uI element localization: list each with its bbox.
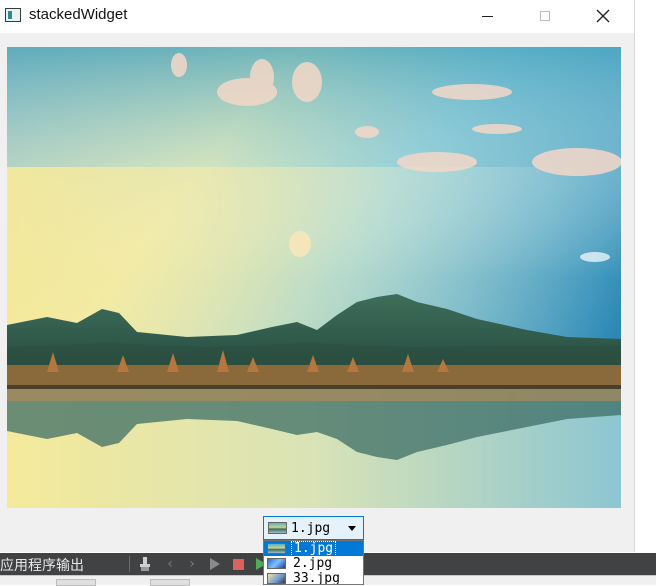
title-bar[interactable]: stackedWidget: [0, 0, 634, 33]
window-title: stackedWidget: [29, 6, 128, 23]
close-button[interactable]: [580, 0, 626, 32]
dropdown-option-2[interactable]: 2.jpg: [264, 556, 363, 571]
next-arrow-icon: ›: [189, 556, 195, 572]
minimize-icon: [481, 15, 493, 17]
close-icon: [596, 9, 610, 23]
blue-abstract-thumbnail-icon: [267, 558, 286, 569]
landscape-thumbnail-icon: [268, 522, 287, 534]
maximize-icon: [540, 11, 550, 21]
combobox-selected-label: 1.jpg: [291, 520, 331, 536]
app-icon: [5, 8, 21, 22]
minimize-button[interactable]: [464, 0, 510, 32]
stop-button[interactable]: [231, 556, 245, 572]
dropdown-option-3[interactable]: 33.jpg: [264, 570, 363, 585]
dropdown-option-label: 1.jpg: [291, 541, 337, 557]
main-window: stackedWidget 1.jpg: [0, 0, 635, 552]
stop-icon: [232, 558, 244, 570]
toolbar-divider: [129, 556, 130, 572]
rerun-button[interactable]: [208, 556, 222, 572]
run-icon: [210, 558, 220, 570]
maximize-button[interactable]: [522, 0, 568, 32]
dropdown-option-1[interactable]: 1.jpg: [264, 541, 363, 557]
dropdown-option-label: 2.jpg: [293, 555, 333, 571]
clear-output-button[interactable]: [138, 556, 152, 572]
output-panel-title: 应用程序输出: [0, 558, 84, 574]
next-item-button[interactable]: ›: [185, 556, 199, 572]
combobox-dropdown-list[interactable]: 1.jpg 2.jpg 33.jpg: [263, 540, 364, 585]
dropdown-option-label: 33.jpg: [293, 570, 340, 585]
chevron-down-icon[interactable]: [348, 526, 356, 531]
clear-output-icon: [139, 557, 150, 571]
sky-thumbnail-icon: [267, 573, 286, 584]
previous-item-button[interactable]: ‹: [163, 556, 177, 572]
prev-arrow-icon: ‹: [167, 556, 173, 572]
landscape-thumbnail-icon: [267, 543, 286, 554]
stacked-image-view: [7, 47, 621, 508]
image-select-combobox[interactable]: 1.jpg: [263, 516, 364, 540]
landscape-image: [7, 47, 621, 508]
